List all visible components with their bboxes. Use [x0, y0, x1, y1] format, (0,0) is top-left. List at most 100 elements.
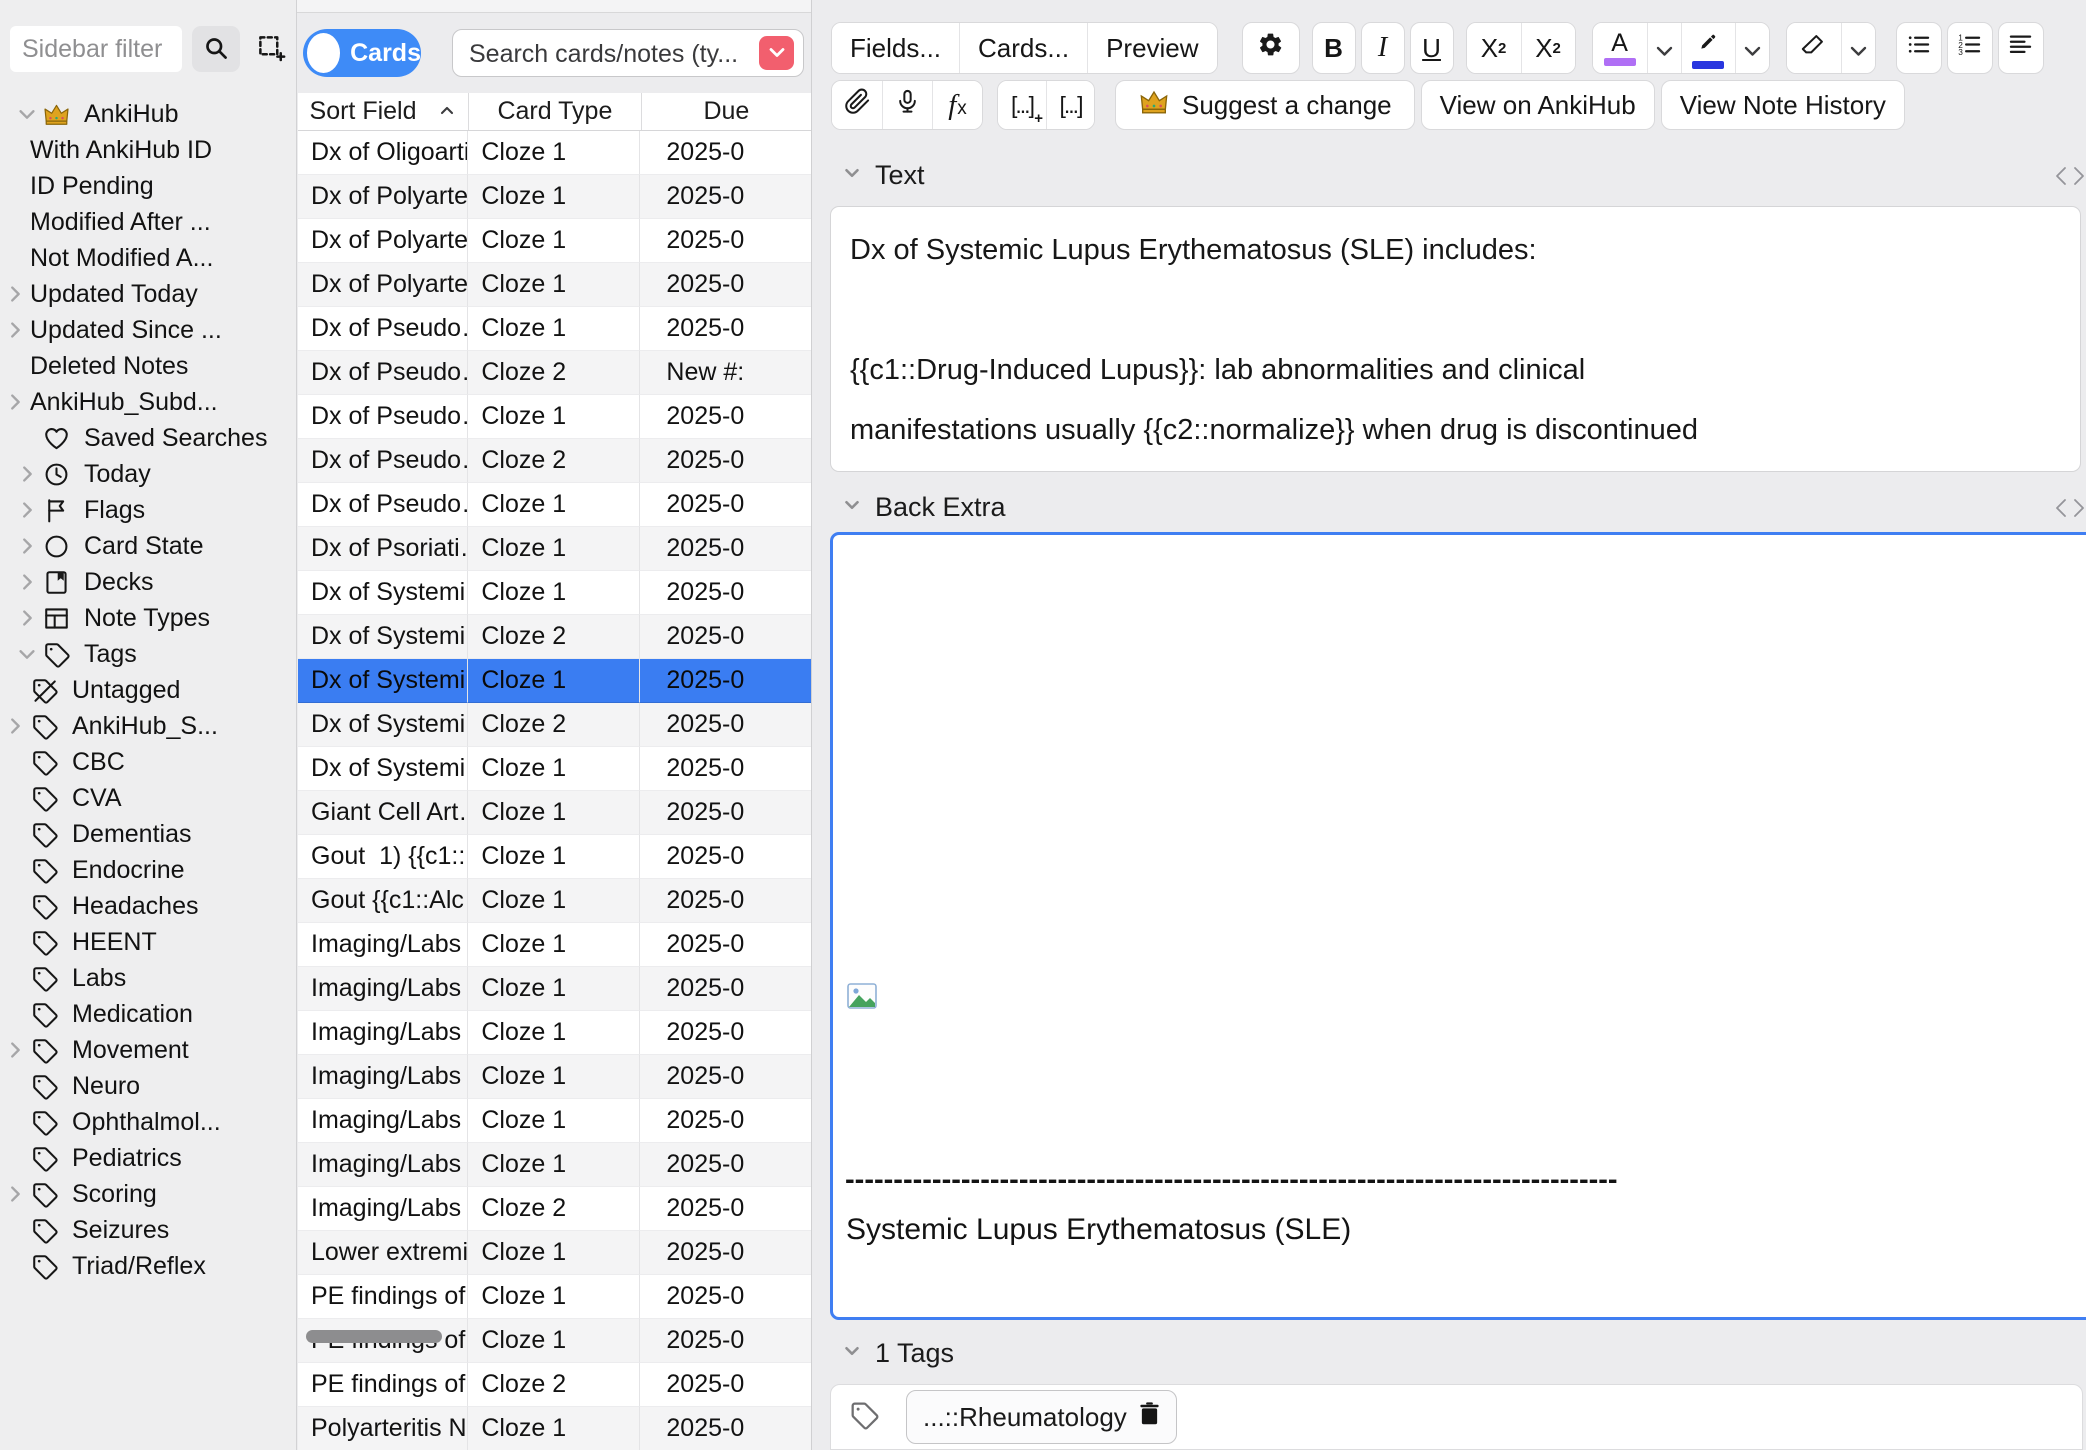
underline-button[interactable]: U	[1410, 22, 1454, 74]
attach-button[interactable]	[832, 81, 882, 129]
table-row[interactable]: Lower extremi…Cloze 12025-0	[298, 1231, 811, 1275]
highlight-color-dropdown[interactable]	[1735, 23, 1769, 73]
sidebar-item-dementias[interactable]: Dementias	[0, 816, 295, 852]
bullet-list-button[interactable]	[1896, 22, 1942, 74]
field-text-editor[interactable]: Dx of Systemic Lupus Erythematosus (SLE)…	[830, 206, 2081, 472]
sidebar-select-mode-button[interactable]	[250, 26, 292, 72]
table-row[interactable]: Dx of Pseudo…Cloze 22025-0	[298, 439, 811, 483]
subscript-button[interactable]: X2	[1521, 23, 1575, 73]
html-editor-toggle-back-extra[interactable]	[2052, 494, 2086, 524]
field-header-text[interactable]: Text	[841, 160, 925, 191]
sidebar-item-seizures[interactable]: Seizures	[0, 1212, 295, 1248]
table-row[interactable]: Giant Cell Art…Cloze 12025-0	[298, 791, 811, 835]
table-row[interactable]: Gout 1) {{c1::…Cloze 12025-0	[298, 835, 811, 879]
table-row[interactable]: Dx of Oligoarti…Cloze 12025-0	[298, 131, 811, 175]
column-header-sort-field[interactable]: Sort Field	[298, 93, 469, 130]
table-row[interactable]: Imaging/Labs …Cloze 12025-0	[298, 1011, 811, 1055]
sidebar-item-endocrine[interactable]: Endocrine	[0, 852, 295, 888]
table-row[interactable]: Dx of Pseudo…Cloze 12025-0	[298, 395, 811, 439]
table-row[interactable]: Dx of Systemi…Cloze 22025-0	[298, 703, 811, 747]
align-button[interactable]	[1998, 22, 2044, 74]
sidebar-item-labs[interactable]: Labs	[0, 960, 295, 996]
italic-button[interactable]: I	[1361, 22, 1405, 74]
table-row[interactable]: Dx of Pseudo…Cloze 2New #:	[298, 351, 811, 395]
sidebar-item-flags[interactable]: Flags	[0, 492, 295, 528]
table-row[interactable]: Gout {{c1::Alc…Cloze 12025-0	[298, 879, 811, 923]
table-row[interactable]: Dx of Polyarte…Cloze 12025-0	[298, 175, 811, 219]
sidebar-item-saved-searches[interactable]: Saved Searches	[0, 420, 295, 456]
tags-header[interactable]: 1 Tags	[841, 1338, 954, 1369]
table-row[interactable]: Imaging/Labs …Cloze 12025-0	[298, 1143, 811, 1187]
bold-button[interactable]: B	[1312, 22, 1356, 74]
chevron-right-icon[interactable]	[0, 387, 30, 417]
table-row[interactable]: Imaging/Labs …Cloze 12025-0	[298, 923, 811, 967]
table-row[interactable]: PE findings of…Cloze 22025-0	[298, 1363, 811, 1407]
search-dropdown-button[interactable]	[759, 36, 794, 70]
sidebar-item-tags[interactable]: Tags	[0, 636, 295, 672]
table-row[interactable]: Imaging/Labs …Cloze 12025-0	[298, 1055, 811, 1099]
chevron-right-icon[interactable]	[0, 1179, 30, 1209]
table-row[interactable]: Imaging/Labs …Cloze 12025-0	[298, 967, 811, 1011]
sidebar-item-headaches[interactable]: Headaches	[0, 888, 295, 924]
sidebar-item-triad-reflex[interactable]: Triad/Reflex	[0, 1248, 295, 1284]
sidebar-item-id-pending[interactable]: ID Pending	[0, 168, 295, 204]
remove-formatting-button[interactable]	[1787, 23, 1841, 73]
cloze-same-button[interactable]: [...]	[1046, 81, 1094, 129]
chevron-right-icon[interactable]	[0, 315, 30, 345]
cloze-new-button[interactable]: [...] +	[998, 81, 1046, 129]
text-color-button[interactable]: A	[1593, 23, 1647, 73]
sidebar-item-heent[interactable]: HEENT	[0, 924, 295, 960]
chevron-right-icon[interactable]	[0, 279, 30, 309]
sidebar-item-ophthalmol[interactable]: Ophthalmol...	[0, 1104, 295, 1140]
table-row[interactable]: Dx of Pseudo…Cloze 12025-0	[298, 483, 811, 527]
table-row[interactable]: Polyarteritis N…Cloze 12025-0	[298, 1407, 811, 1450]
table-row[interactable]: Dx of Pseudo…Cloze 12025-0	[298, 307, 811, 351]
chevron-right-icon[interactable]	[0, 711, 30, 741]
sidebar-item-updated-today[interactable]: Updated Today	[0, 276, 295, 312]
superscript-button[interactable]: X2	[1467, 23, 1521, 73]
sidebar-item-ankihub-s[interactable]: AnkiHub_S...	[0, 708, 295, 744]
suggest-change-button[interactable]: Suggest a change	[1115, 80, 1415, 130]
table-row[interactable]: Imaging/Labs …Cloze 22025-0	[298, 1187, 811, 1231]
sidebar-item-updated-since[interactable]: Updated Since ...	[0, 312, 295, 348]
equation-button[interactable]: fx	[932, 81, 982, 129]
sidebar-item-neuro[interactable]: Neuro	[0, 1068, 295, 1104]
sidebar-item-medication[interactable]: Medication	[0, 996, 295, 1032]
table-row-selected[interactable]: Dx of Systemi…Cloze 12025-0	[298, 659, 811, 703]
chevron-right-icon[interactable]	[12, 495, 42, 525]
html-editor-toggle-text[interactable]	[2052, 162, 2086, 192]
card-search-input[interactable]	[467, 34, 746, 74]
chevron-down-icon[interactable]	[12, 639, 42, 669]
sidebar-search-button[interactable]	[192, 26, 240, 72]
chevron-right-icon[interactable]	[12, 531, 42, 561]
cards-button[interactable]: Cards...	[959, 23, 1087, 73]
fields-button[interactable]: Fields...	[832, 23, 959, 73]
field-back-extra-editor[interactable]: ----------------------------------------…	[830, 532, 2086, 1320]
highlight-color-button[interactable]	[1681, 23, 1735, 73]
tag-chip[interactable]: ...::Rheumatology	[906, 1390, 1177, 1444]
sidebar-item-ankihub-subd[interactable]: AnkiHub_Subd...	[0, 384, 295, 420]
cards-notes-toggle[interactable]: Cards	[303, 29, 421, 77]
sidebar-item-deleted-notes[interactable]: Deleted Notes	[0, 348, 295, 384]
horizontal-scrollbar-thumb[interactable]	[306, 1330, 442, 1343]
text-color-dropdown[interactable]	[1647, 23, 1681, 73]
sidebar-item-movement[interactable]: Movement	[0, 1032, 295, 1068]
field-header-back-extra[interactable]: Back Extra	[841, 492, 1006, 523]
chevron-right-icon[interactable]	[12, 603, 42, 633]
sidebar-item-cbc[interactable]: CBC	[0, 744, 295, 780]
sidebar-filter-input[interactable]	[10, 26, 182, 72]
remove-formatting-dropdown[interactable]	[1841, 23, 1875, 73]
preview-button[interactable]: Preview	[1087, 23, 1216, 73]
table-row[interactable]: Dx of Systemi…Cloze 12025-0	[298, 747, 811, 791]
tags-box[interactable]: ...::Rheumatology	[830, 1384, 2083, 1450]
sidebar-item-note-types[interactable]: Note Types	[0, 600, 295, 636]
sidebar-item-not-modified-a[interactable]: Not Modified A...	[0, 240, 295, 276]
chevron-right-icon[interactable]	[12, 459, 42, 489]
chevron-down-icon[interactable]	[12, 99, 42, 129]
table-row[interactable]: Imaging/Labs …Cloze 12025-0	[298, 1099, 811, 1143]
chevron-right-icon[interactable]	[0, 1035, 30, 1065]
column-header-card-type[interactable]: Card Type	[469, 93, 642, 130]
chevron-right-icon[interactable]	[12, 567, 42, 597]
table-row[interactable]: Dx of Polyarte…Cloze 12025-0	[298, 219, 811, 263]
sidebar-item-ankihub[interactable]: AnkiHub	[0, 96, 295, 132]
